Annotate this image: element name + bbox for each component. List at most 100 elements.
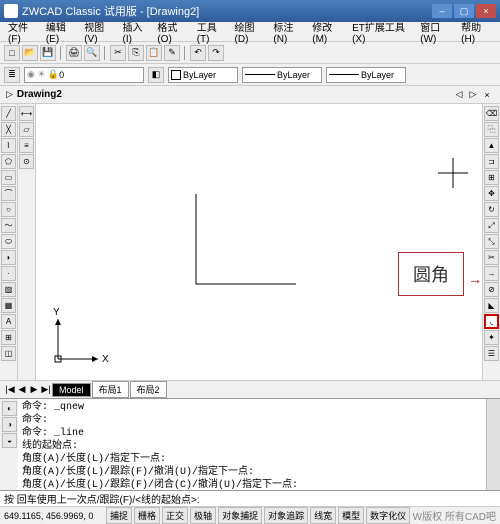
grid-toggle[interactable]: 栅格 — [134, 507, 160, 524]
save-icon[interactable]: 💾 — [40, 45, 56, 61]
otrack-toggle[interactable]: 对象追踪 — [264, 507, 308, 524]
command-scrollbar[interactable] — [486, 399, 500, 490]
undo-icon[interactable]: ↶ — [190, 45, 206, 61]
match-icon[interactable]: ✎ — [164, 45, 180, 61]
cmd-icon-3[interactable]: ◒ — [2, 433, 17, 448]
tab-nav-first[interactable]: |◀ — [4, 384, 16, 395]
tab-nav-prev[interactable]: ◀ — [16, 384, 28, 395]
menu-view[interactable]: 视图(V) — [80, 17, 118, 47]
copy-icon[interactable]: ⎘ — [128, 45, 144, 61]
print-icon[interactable]: 🖨 — [66, 45, 82, 61]
lweight-toggle[interactable]: 线宽 — [310, 507, 336, 524]
region-tool-icon[interactable]: ▦ — [1, 298, 16, 313]
layout-tab-bar: |◀ ◀ ▶ ▶| Model 布局1 布局2 — [0, 380, 500, 398]
cut-icon[interactable]: ✂ — [110, 45, 126, 61]
document-tab-bar: ▷ Drawing2 ◁ ▷ × — [0, 86, 500, 104]
offset-tool-icon[interactable]: ⊐ — [484, 154, 499, 169]
open-icon[interactable]: 📂 — [22, 45, 38, 61]
fillet-tool-icon[interactable]: ◟ — [484, 314, 499, 329]
main-workspace: ╱ ╳ ⌇ ⬠ ▭ ⌒ ○ ～ ⬭ ◗ · ▨ ▦ A ⊞ ◫ ⟷ ▱ ≡ ⊙ — [0, 104, 500, 380]
paste-icon[interactable]: 📋 — [146, 45, 162, 61]
move-tool-icon[interactable]: ✥ — [484, 186, 499, 201]
menu-help[interactable]: 帮助(H) — [457, 17, 496, 47]
linetype-dropdown[interactable]: ByLayer — [242, 67, 322, 83]
line-tool-icon[interactable]: ╱ — [1, 106, 16, 121]
hatch-tool-icon[interactable]: ▨ — [1, 282, 16, 297]
tab-model[interactable]: Model — [52, 383, 91, 397]
command-history-text[interactable]: 命令: _qnew 命令: 命令: _line 线的起始点: 角度(A)/长度(… — [18, 399, 486, 490]
doc-close-button[interactable]: × — [480, 90, 494, 100]
rotate-tool-icon[interactable]: ↻ — [484, 202, 499, 217]
menu-dim[interactable]: 标注(N) — [269, 17, 308, 47]
layer-manager-icon[interactable]: ≣ — [4, 67, 20, 83]
rectangle-tool-icon[interactable]: ▭ — [1, 170, 16, 185]
tab-layout1[interactable]: 布局1 — [92, 381, 129, 398]
layer-dropdown[interactable]: ◉ ☀ 🔒 0 — [24, 67, 144, 83]
arc-tool-icon[interactable]: ⌒ — [1, 186, 16, 201]
doc-prev-button[interactable]: ◁ — [452, 89, 466, 100]
explode-tool-icon[interactable]: ✦ — [484, 330, 499, 345]
model-toggle[interactable]: 模型 — [338, 507, 364, 524]
pline-tool-icon[interactable]: ⌇ — [1, 138, 16, 153]
new-icon[interactable]: □ — [4, 45, 20, 61]
command-input[interactable]: 按 回车使用上一次点/跟踪(F)/<线的起始点>: — [0, 490, 500, 506]
break-tool-icon[interactable]: ⊘ — [484, 282, 499, 297]
doc-expand-icon[interactable]: ▷ — [6, 89, 13, 100]
point-tool-icon[interactable]: · — [1, 266, 16, 281]
chamfer-tool-icon[interactable]: ◣ — [484, 298, 499, 313]
properties-tool-icon[interactable]: ☰ — [484, 346, 499, 361]
ortho-toggle[interactable]: 正交 — [162, 507, 188, 524]
menu-ext[interactable]: ET扩展工具(X) — [348, 17, 416, 47]
polar-toggle[interactable]: 极轴 — [190, 507, 216, 524]
document-title: Drawing2 — [17, 89, 62, 100]
polygon-tool-icon[interactable]: ⬠ — [1, 154, 16, 169]
ellipse-arc-tool-icon[interactable]: ◗ — [1, 250, 16, 265]
drawing-canvas[interactable]: X Y — [36, 104, 482, 380]
inquiry-toolbar: ⟷ ▱ ≡ ⊙ — [18, 104, 36, 380]
id-tool-icon[interactable]: ⊙ — [19, 154, 34, 169]
color-dropdown[interactable]: ByLayer — [168, 67, 238, 83]
list-tool-icon[interactable]: ≡ — [19, 138, 34, 153]
menu-tools[interactable]: 工具(T) — [193, 17, 231, 47]
text-tool-icon[interactable]: A — [1, 314, 16, 329]
preview-icon[interactable]: 🔍 — [84, 45, 100, 61]
menu-file[interactable]: 文件(F) — [4, 17, 42, 47]
circle-tool-icon[interactable]: ○ — [1, 202, 16, 217]
block-tool-icon[interactable]: ◫ — [1, 346, 16, 361]
redo-icon[interactable]: ↷ — [208, 45, 224, 61]
menu-edit[interactable]: 编辑(E) — [42, 17, 80, 47]
xline-tool-icon[interactable]: ╳ — [1, 122, 16, 137]
menu-modify[interactable]: 修改(M) — [308, 17, 348, 47]
tab-nav-next[interactable]: ▶ — [28, 384, 40, 395]
tab-nav-last[interactable]: ▶| — [40, 384, 52, 395]
table-tool-icon[interactable]: ⊞ — [1, 330, 16, 345]
extend-tool-icon[interactable]: → — [484, 266, 499, 281]
lineweight-dropdown[interactable]: ByLayer — [326, 67, 406, 83]
cmd-icon-2[interactable]: ◑ — [2, 417, 17, 432]
watermark-text: W版权 所有CAD吧 — [413, 508, 496, 523]
cursor-crosshair — [438, 158, 468, 191]
menu-window[interactable]: 窗口(W) — [416, 17, 457, 47]
mirror-tool-icon[interactable]: ▲ — [484, 138, 499, 153]
cmd-icon-1[interactable]: ◐ — [2, 401, 17, 416]
ellipse-tool-icon[interactable]: ⬭ — [1, 234, 16, 249]
stretch-tool-icon[interactable]: ⤡ — [484, 234, 499, 249]
osnap-toggle[interactable]: 对象捕捉 — [218, 507, 262, 524]
menu-insert[interactable]: 插入(I) — [119, 17, 154, 47]
dist-tool-icon[interactable]: ⟷ — [19, 106, 34, 121]
tablet-toggle[interactable]: 数字化仪 — [366, 507, 410, 524]
trim-tool-icon[interactable]: ✂ — [484, 250, 499, 265]
scale-tool-icon[interactable]: ⤢ — [484, 218, 499, 233]
menu-draw[interactable]: 绘图(D) — [231, 17, 270, 47]
tab-layout2[interactable]: 布局2 — [130, 381, 167, 398]
annotation-callout: 圆角 — [398, 252, 464, 296]
area-tool-icon[interactable]: ▱ — [19, 122, 34, 137]
copy-tool-icon[interactable]: ⿻ — [484, 122, 499, 137]
erase-tool-icon[interactable]: ⌫ — [484, 106, 499, 121]
array-tool-icon[interactable]: ⊞ — [484, 170, 499, 185]
spline-tool-icon[interactable]: ～ — [1, 218, 16, 233]
layer-state-icon[interactable]: ◧ — [148, 67, 164, 83]
menu-format[interactable]: 格式(O) — [153, 17, 192, 47]
snap-toggle[interactable]: 捕捉 — [106, 507, 132, 524]
doc-next-button[interactable]: ▷ — [466, 89, 480, 100]
